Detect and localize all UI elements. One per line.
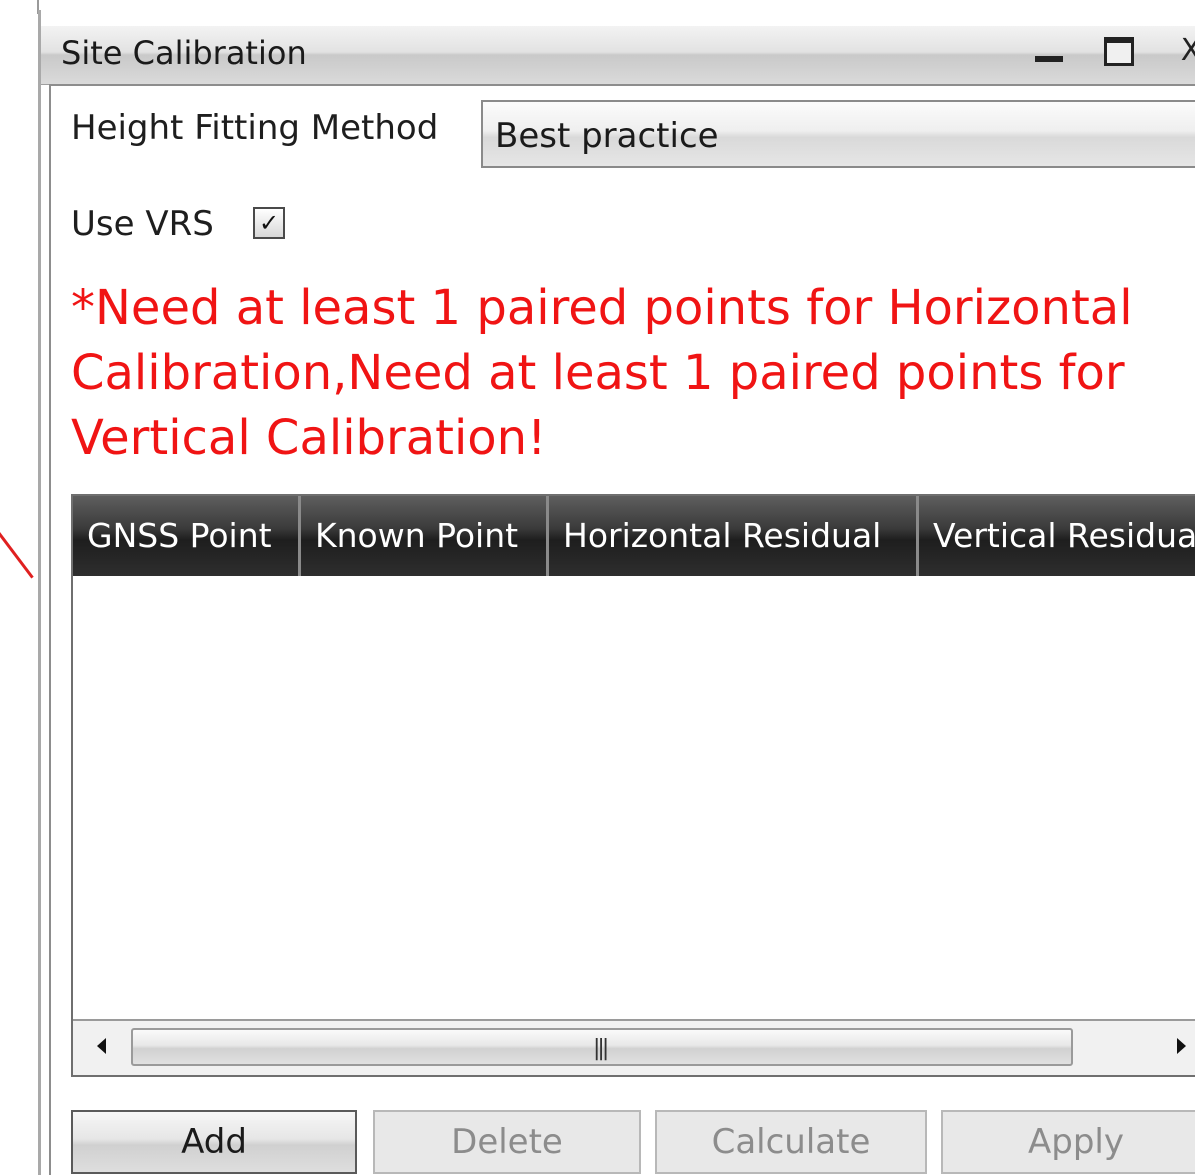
scrollbar-thumb[interactable]: ||| [131, 1028, 1073, 1066]
use-vrs-label: Use VRS [71, 204, 214, 244]
apply-button[interactable]: Apply [941, 1110, 1195, 1174]
calibration-warning-text: *Need at least 1 paired points for Horiz… [71, 280, 1133, 466]
height-fitting-value: Best practice [495, 116, 719, 156]
close-icon: X [1180, 33, 1195, 68]
use-vrs-checkbox[interactable]: ✓ [253, 207, 285, 239]
column-header-gnss-point[interactable]: GNSS Point [73, 496, 301, 576]
annotation-line [0, 532, 34, 579]
delete-button[interactable]: Delete [373, 1110, 641, 1174]
dialog-content: Height Fitting Method Best practice Use … [49, 84, 1195, 1175]
site-calibration-window: Site Calibration X Height Fitting Method… [38, 10, 1195, 1175]
calculate-button[interactable]: Calculate [655, 1110, 927, 1174]
height-fitting-label: Height Fitting Method [71, 108, 439, 148]
close-button[interactable]: X [1171, 32, 1195, 70]
column-header-horizontal-residual[interactable]: Horizontal Residual [549, 496, 919, 576]
column-header-known-point[interactable]: Known Point [301, 496, 549, 576]
scroll-right-arrow-icon[interactable] [1177, 1038, 1186, 1054]
horizontal-scrollbar[interactable]: ||| [73, 1019, 1195, 1075]
checkmark-icon: ✓ [258, 209, 280, 237]
scroll-left-arrow-icon[interactable] [97, 1038, 106, 1054]
minimize-button[interactable] [1031, 32, 1067, 70]
table-body[interactable] [73, 576, 1195, 1021]
add-button[interactable]: Add [71, 1110, 357, 1174]
calibration-points-table[interactable]: GNSS Point Known Point Horizontal Residu… [71, 494, 1195, 1077]
table-header: GNSS Point Known Point Horizontal Residu… [73, 496, 1195, 576]
maximize-icon [1104, 37, 1134, 66]
window-title: Site Calibration [61, 34, 307, 72]
minimize-icon [1035, 56, 1063, 62]
grip-icon: ||| [593, 1036, 609, 1061]
column-header-vertical-residual[interactable]: Vertical Residual [919, 496, 1195, 576]
maximize-button[interactable] [1101, 32, 1139, 70]
height-fitting-select[interactable]: Best practice [481, 100, 1195, 168]
title-bar[interactable]: Site Calibration X [41, 26, 1195, 85]
screen: Site Calibration X Height Fitting Method… [0, 0, 1195, 1175]
